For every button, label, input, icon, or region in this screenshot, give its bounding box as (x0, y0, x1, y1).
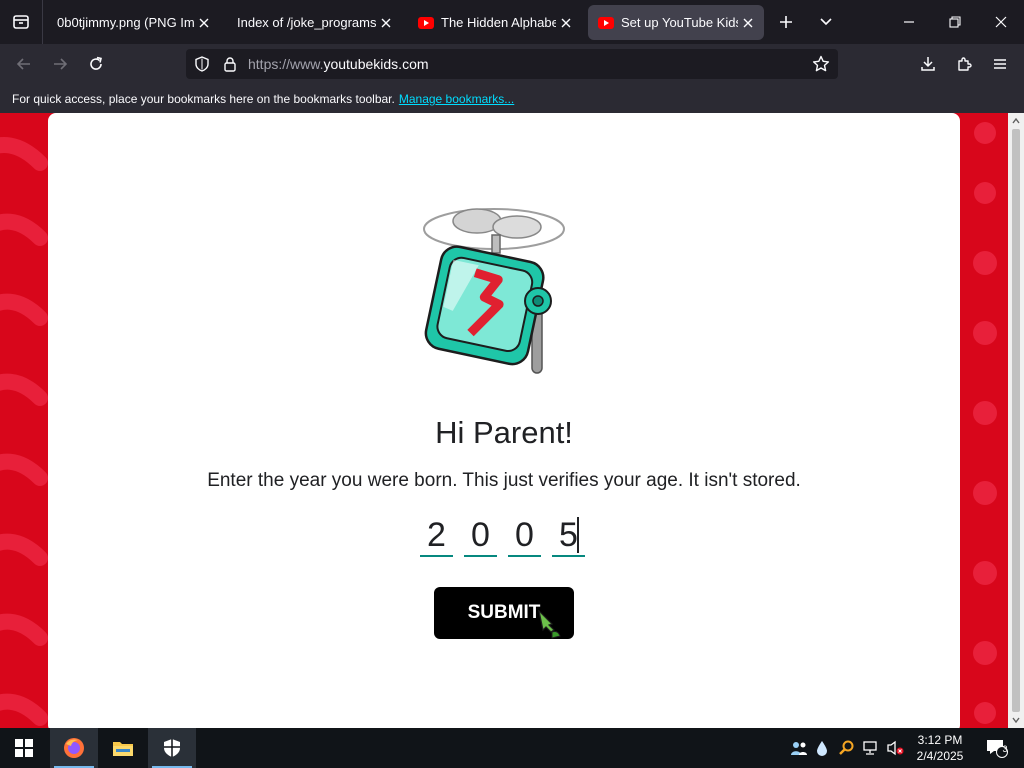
scroll-up-button[interactable] (1008, 113, 1024, 129)
tab-close-button[interactable] (738, 13, 758, 33)
tab-title: Index of /joke_programs_fo (237, 15, 376, 30)
clock-date: 2/4/2025 (916, 749, 964, 763)
star-icon[interactable] (812, 55, 830, 73)
windows-logo-icon (15, 739, 33, 757)
taskbar-clock[interactable]: 3:12 PM 2/4/2025 (906, 732, 974, 764)
text-caret (577, 517, 579, 553)
tray-network[interactable] (860, 728, 880, 768)
chevron-down-icon (820, 18, 832, 26)
tray-people[interactable] (788, 728, 810, 768)
tab-close-button[interactable] (194, 13, 214, 33)
navigation-toolbar: https://www.youtubekids.com (0, 44, 1024, 84)
url-domain: youtubekids.com (323, 56, 429, 72)
restore-icon (949, 16, 961, 28)
tab-close-button[interactable] (376, 13, 396, 33)
vertical-scrollbar[interactable] (1008, 113, 1024, 728)
back-button[interactable] (12, 52, 36, 76)
taskbar-firefox[interactable] (50, 728, 98, 768)
tab-separator (42, 0, 43, 44)
tab-bar: 0b0tjimmy.png (PNG Imag Index of /joke_p… (0, 0, 1024, 44)
year-digit-1[interactable]: 2 (420, 513, 453, 557)
tab-hidden-alphabet[interactable]: The Hidden Alphabet I (408, 5, 582, 40)
tab-title: The Hidden Alphabet I (441, 15, 556, 30)
greeting-heading: Hi Parent! (435, 415, 573, 450)
tab-index[interactable]: Index of /joke_programs_fo (228, 5, 402, 40)
minimize-button[interactable] (896, 10, 922, 34)
people-icon (791, 742, 807, 755)
mouse-cursor-icon (538, 610, 561, 639)
page-viewport: Hi Parent! Enter the year you were born.… (0, 113, 1008, 728)
new-tab-button[interactable] (774, 10, 798, 34)
chevron-up-icon (1012, 118, 1020, 124)
close-icon (995, 16, 1007, 28)
water-drop-icon (817, 741, 827, 756)
url-prefix: https://www. (248, 56, 324, 72)
tray-volume[interactable] (884, 728, 906, 768)
restore-button[interactable] (942, 10, 968, 34)
close-icon (199, 18, 209, 27)
close-icon (561, 18, 571, 27)
year-digit-4[interactable]: 5 (552, 513, 585, 557)
reload-button[interactable] (84, 52, 108, 76)
speaker-muted-icon (887, 740, 904, 756)
start-button[interactable] (0, 728, 48, 768)
download-icon (921, 57, 935, 71)
firefox-view-icon (13, 15, 29, 29)
firefox-icon (64, 738, 84, 758)
extensions-button[interactable] (952, 52, 976, 76)
folder-icon (113, 742, 133, 756)
youtube-kids-mascot-illustration (423, 208, 565, 374)
bookmarks-toolbar: For quick access, place your bookmarks h… (0, 84, 1024, 113)
birth-year-input[interactable]: 2 0 0 5 (420, 513, 590, 557)
arrow-left-icon (16, 58, 30, 70)
bookmarks-hint: For quick access, place your bookmarks h… (12, 92, 395, 106)
tab-youtube-kids[interactable]: Set up YouTube Kids (588, 5, 764, 40)
tab-title: 0b0tjimmy.png (PNG Imag (57, 15, 194, 30)
url-text[interactable]: https://www.youtubekids.com (248, 56, 429, 72)
arrow-right-icon (54, 58, 68, 70)
tab-image[interactable]: 0b0tjimmy.png (PNG Imag (48, 5, 220, 40)
hamburger-menu-icon (994, 59, 1006, 69)
taskbar-file-explorer[interactable] (99, 728, 147, 768)
year-digit-2[interactable]: 0 (464, 513, 497, 557)
shield-icon[interactable] (194, 56, 210, 72)
bookmarks-message: For quick access, place your bookmarks h… (12, 92, 514, 106)
birth-year-instruction: Enter the year you were born. This just … (207, 470, 801, 491)
reload-icon (90, 56, 102, 70)
plus-icon (780, 16, 792, 28)
close-icon (381, 18, 391, 27)
app-menu-button[interactable] (988, 52, 1012, 76)
downloads-button[interactable] (916, 52, 940, 76)
tray-water-drop[interactable] (812, 728, 832, 768)
manage-bookmarks-link[interactable]: Manage bookmarks... (399, 92, 514, 106)
scroll-down-button[interactable] (1008, 712, 1024, 728)
clock-time: 3:12 PM (917, 733, 963, 747)
chevron-down-icon (1012, 717, 1020, 723)
youtube-icon (598, 16, 614, 29)
scrollbar-thumb[interactable] (1012, 129, 1020, 712)
list-all-tabs-button[interactable] (814, 10, 838, 34)
windows-security-shield-icon (164, 739, 180, 757)
lock-icon[interactable] (222, 56, 238, 72)
tab-close-button[interactable] (556, 13, 576, 33)
taskbar-security-app[interactable] (148, 728, 196, 768)
tray-search[interactable] (836, 728, 856, 768)
tab-title: Set up YouTube Kids (621, 15, 738, 30)
magnifier-icon (839, 740, 854, 755)
close-icon (743, 18, 753, 27)
minimize-icon (904, 21, 914, 23)
age-gate-card: Hi Parent! Enter the year you were born.… (48, 113, 960, 728)
notification-count: 3 (1002, 744, 1008, 754)
year-digit-3[interactable]: 0 (508, 513, 541, 557)
action-center-button[interactable]: 3 (980, 728, 1014, 768)
firefox-view-button[interactable] (8, 9, 34, 35)
url-bar[interactable]: https://www.youtubekids.com (186, 49, 838, 79)
forward-button[interactable] (48, 52, 72, 76)
windows-taskbar: 3:12 PM 2/4/2025 3 (0, 728, 1024, 768)
puzzle-icon (958, 57, 972, 71)
close-window-button[interactable] (988, 10, 1014, 34)
youtube-icon (418, 16, 434, 29)
network-icon (863, 741, 877, 755)
